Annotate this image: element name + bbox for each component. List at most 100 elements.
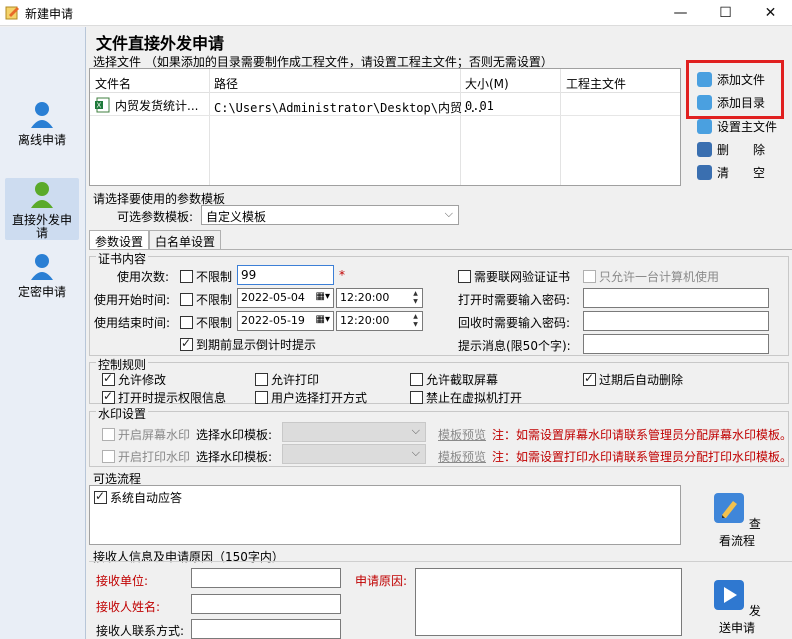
end-time-picker[interactable]: 12:20:00 ▲ ▼ — [336, 311, 423, 331]
add-file-button[interactable]: 添加文件 — [697, 71, 765, 88]
receiver-name-input[interactable] — [191, 594, 341, 614]
screen-watermark-template-label: 选择水印模板: — [196, 428, 273, 442]
add-directory-button[interactable]: 添加目录 — [697, 94, 765, 111]
checkbox-icon — [102, 389, 115, 404]
delete-button[interactable]: 删 除 — [697, 141, 765, 158]
column-header[interactable]: 大小(M) — [465, 75, 509, 92]
spin-icon[interactable]: ▲ ▼ — [410, 313, 421, 329]
checkbox-label: 禁止在虚拟机打开 — [426, 391, 523, 405]
column-header[interactable]: 文件名 — [95, 75, 131, 92]
print-watermark-checkbox[interactable]: 开启打印水印 — [102, 448, 190, 465]
view-flow-button[interactable]: 查看流程 — [708, 492, 766, 549]
add-directory-label: 添加目录 — [717, 96, 766, 110]
print-watermark-template-label: 选择水印模板: — [196, 450, 273, 464]
receiver-unit-input[interactable] — [191, 568, 341, 588]
sidebar-item-label: 离线申请 — [17, 133, 66, 147]
sidebar-item-classified[interactable]: 定密申请 — [5, 252, 79, 304]
minimize-button[interactable]: — — [658, 0, 703, 26]
required-mark: * — [339, 268, 345, 282]
auto-reply-checkbox[interactable]: 系统自动应答 — [94, 489, 182, 506]
print-watermark-select[interactable]: ⌵ — [282, 444, 426, 464]
calendar-dropdown-icon[interactable]: ▦▾ — [316, 314, 330, 325]
checkbox-icon — [94, 489, 107, 504]
checkbox-label: 打开时提示权限信息 — [118, 391, 227, 405]
column-header[interactable]: 工程主文件 — [566, 75, 626, 92]
person-blue-icon — [31, 254, 53, 280]
show-permission-checkbox[interactable]: 打开时提示权限信息 — [102, 389, 226, 406]
template-field-label: 可选参数模板: — [117, 210, 194, 224]
close-button[interactable]: ✕ — [748, 0, 792, 26]
checkbox-label: 系统自动应答 — [110, 491, 183, 505]
template-select-value: 自定义模板 — [206, 210, 267, 224]
allow-print-checkbox[interactable]: 允许打印 — [255, 371, 319, 388]
template-select[interactable]: 自定义模板 ⌵ — [201, 205, 459, 225]
start-date-value: 2022-05-04 — [241, 291, 305, 304]
end-date-picker[interactable]: 2022-05-19 ▦▾ — [237, 311, 334, 331]
start-date-picker[interactable]: 2022-05-04 ▦▾ — [237, 288, 334, 308]
use-count-input[interactable]: 99 — [237, 265, 334, 285]
watermark-legend: 水印设置 — [96, 405, 149, 422]
calendar-dropdown-icon[interactable]: ▦▾ — [316, 291, 330, 302]
checkbox-icon — [410, 373, 423, 386]
sidebar-item-direct-send[interactable]: 直接外发申请 — [5, 178, 79, 240]
receiver-contact-input[interactable] — [191, 619, 341, 639]
checkbox-icon — [180, 336, 193, 351]
spin-icon[interactable]: ▲ ▼ — [410, 290, 421, 306]
title-bar: 新建申请 — ☐ ✕ — [0, 0, 792, 26]
print-watermark-preview-link[interactable]: 模板预览 — [438, 448, 486, 465]
screen-watermark-note: 注：如需设置屏幕水印请联系管理员分配屏幕水印模板。 — [492, 428, 792, 442]
recover-password-input[interactable] — [583, 311, 769, 331]
file-grid-header: 文件名 路径 大小(M) 工程主文件 — [90, 69, 680, 93]
checkbox-label: 只允许一台计算机使用 — [599, 270, 720, 284]
window-title: 新建申请 — [25, 7, 74, 21]
checkbox-label: 需要联网验证证书 — [474, 270, 571, 284]
single-pc-checkbox[interactable]: 只允许一台计算机使用 — [583, 268, 719, 285]
start-time-picker[interactable]: 12:20:00 ▲ ▼ — [336, 288, 423, 308]
allow-edit-checkbox[interactable]: 允许修改 — [102, 371, 166, 388]
set-main-file-button[interactable]: 设置主文件 — [697, 118, 777, 135]
sidebar-item-label: 直接外发申请 — [11, 213, 72, 240]
file-grid[interactable]: 文件名 路径 大小(M) 工程主文件 X 内贸发货统计... C:\Users\… — [89, 68, 681, 186]
user-open-method-checkbox[interactable]: 用户选择打开方式 — [255, 389, 367, 406]
file-name-cell: 内贸发货统计... — [115, 99, 199, 113]
countdown-checkbox[interactable]: 到期前显示倒计时提示 — [180, 336, 316, 353]
screen-watermark-select[interactable]: ⌵ — [282, 422, 426, 442]
checkbox-icon — [583, 270, 596, 283]
checkbox-label: 允许截取屏幕 — [426, 373, 499, 387]
auto-delete-checkbox[interactable]: 过期后自动删除 — [583, 371, 683, 388]
screen-watermark-checkbox[interactable]: 开启屏幕水印 — [102, 426, 190, 443]
checkbox-icon — [102, 371, 115, 386]
page-title: 文件直接外发申请 — [96, 34, 225, 53]
hint-message-input[interactable] — [583, 334, 769, 354]
end-unlimited-checkbox[interactable]: 不限制 — [180, 314, 232, 331]
checkbox-icon — [583, 371, 596, 386]
delete-icon — [697, 142, 712, 157]
sidebar-item-label: 定密申请 — [17, 285, 66, 299]
use-count-unlimited-checkbox[interactable]: 不限制 — [180, 268, 232, 285]
pencil-doc-icon — [714, 493, 745, 523]
screen-watermark-preview-link[interactable]: 模板预览 — [438, 426, 486, 443]
start-unlimited-checkbox[interactable]: 不限制 — [180, 291, 232, 308]
column-header[interactable]: 路径 — [214, 75, 238, 92]
tab-params[interactable]: 参数设置 — [89, 230, 150, 250]
print-watermark-note: 注：如需设置打印水印请联系管理员分配打印水印模板。 — [492, 450, 792, 464]
app-icon — [5, 6, 19, 20]
maximize-button[interactable]: ☐ — [703, 0, 748, 26]
checkbox-icon — [180, 316, 193, 329]
online-verify-checkbox[interactable]: 需要联网验证证书 — [458, 268, 570, 285]
checkbox-label: 用户选择打开方式 — [271, 391, 368, 405]
tab-whitelist[interactable]: 白名单设置 — [149, 230, 222, 250]
table-row[interactable]: X 内贸发货统计... C:\Users\Administrator\Deskt… — [90, 94, 680, 116]
checkbox-icon — [255, 391, 268, 404]
add-file-icon — [697, 72, 712, 87]
send-request-button[interactable]: 发送申请 — [708, 579, 766, 636]
clear-button[interactable]: 清 空 — [697, 164, 765, 181]
sidebar-item-offline[interactable]: 离线申请 — [5, 100, 79, 160]
block-vm-checkbox[interactable]: 禁止在虚拟机打开 — [410, 389, 522, 406]
chevron-down-icon: ⌵ — [411, 446, 420, 459]
allow-screenshot-checkbox[interactable]: 允许截取屏幕 — [410, 371, 498, 388]
checkbox-label: 允许修改 — [118, 373, 167, 387]
reason-textarea[interactable] — [415, 568, 682, 636]
open-password-input[interactable] — [583, 288, 769, 308]
chevron-down-icon: ⌵ — [444, 207, 453, 220]
